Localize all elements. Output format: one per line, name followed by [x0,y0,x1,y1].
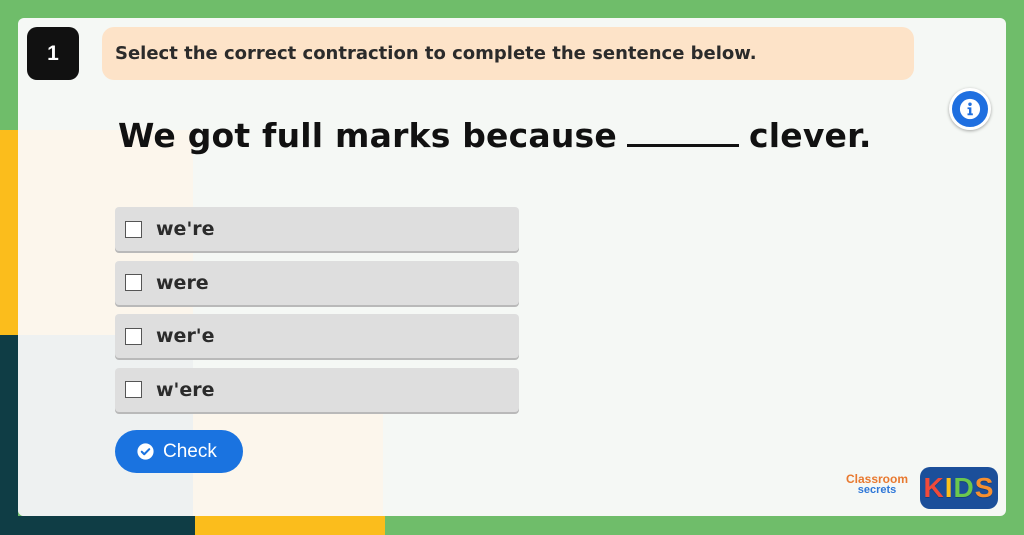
checkbox[interactable] [125,381,142,398]
instruction-banner: Select the correct contraction to comple… [102,27,914,80]
background-yellow-stripe [0,130,18,335]
checkbox[interactable] [125,220,142,238]
background-dark-stripe [0,335,18,535]
checkbox[interactable] [125,327,142,345]
option-label: were [156,271,209,294]
question-card: 1 Select the correct contraction to comp… [18,18,1006,516]
answer-options: we're were wer'e w'ere [115,207,519,421]
question-sentence: We got full marks because clever. [118,116,872,155]
sentence-end: clever. [748,116,872,155]
check-button-label: Check [163,440,217,462]
option-w-ere[interactable]: w'ere [115,367,519,412]
option-wer-e[interactable]: wer'e [115,314,519,358]
option-were[interactable]: were [115,260,519,305]
kids-logo-letter: S [974,472,995,503]
background-yellow-footer-block [195,516,385,535]
option-were-contraction[interactable]: we're [115,207,519,251]
check-button[interactable]: Check [115,430,243,473]
option-label: wer'e [156,325,215,347]
info-button[interactable] [949,88,991,130]
option-label: w'ere [156,378,215,401]
kids-logo: K I D S [920,467,998,509]
answer-blank [626,120,739,147]
background-dark-footer-block [0,516,195,535]
question-number-badge: 1 [27,27,79,80]
instruction-text: Select the correct contraction to comple… [115,43,757,64]
kids-logo-letter: I [944,472,954,503]
check-circle-icon [137,443,154,460]
checkbox[interactable] [125,274,142,291]
kids-logo-letter: K [923,472,945,503]
kids-logo-letter: D [953,472,975,503]
classroom-secrets-logo: Classroom secrets [845,472,909,496]
option-label: we're [156,218,215,240]
info-icon [959,98,981,120]
sentence-start: We got full marks because [118,116,617,155]
